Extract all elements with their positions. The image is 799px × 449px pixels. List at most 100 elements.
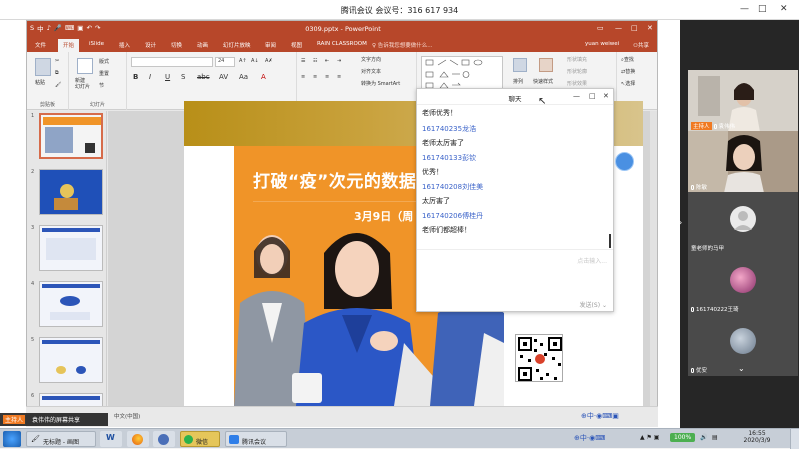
align-text-button[interactable]: 对齐文本 <box>361 68 381 75</box>
taskbar-app-paint[interactable]: 🖌 无标题 - 画图 <box>26 431 96 447</box>
chat-input[interactable]: 点击输入... 发送(S) ⌄ <box>417 249 613 312</box>
chat-maximize-icon[interactable]: □ <box>589 92 596 100</box>
quick-styles-icon[interactable] <box>539 58 553 72</box>
numbering-icon[interactable]: ☷ <box>313 58 317 64</box>
ribbon-options-icon[interactable]: ▭ <box>597 24 604 32</box>
floating-assistant-icon[interactable] <box>615 152 634 171</box>
justify-icon[interactable]: ≡ <box>337 74 341 80</box>
tab-home[interactable]: 开始 <box>58 39 80 52</box>
copy-icon[interactable]: ⧉ <box>55 70 59 76</box>
ppt-close-icon[interactable]: ✕ <box>647 24 653 32</box>
new-slide-icon[interactable] <box>77 58 93 74</box>
section-button[interactable]: 节 <box>99 82 104 89</box>
find-button[interactable]: ⌕查找 <box>621 56 634 63</box>
screen-share-indicator[interactable]: 主持人 袁伟伟的屏幕共享 <box>0 413 108 426</box>
status-language[interactable]: 中文(中国) <box>114 412 140 420</box>
tab-review[interactable]: 审阅 <box>265 41 276 49</box>
align-right-icon[interactable]: ≡ <box>325 74 329 80</box>
bold-button[interactable]: B <box>133 73 138 81</box>
slide-thumbnail-2[interactable] <box>39 169 103 215</box>
account-name[interactable]: yuan weiwei <box>585 41 619 47</box>
clock[interactable]: 16:55 2020/3/9 <box>735 430 779 444</box>
close-icon[interactable]: ✕ <box>780 4 788 14</box>
battery-indicator[interactable]: 100% <box>670 433 696 442</box>
slide-thumbnail-6[interactable] <box>39 393 103 407</box>
paste-icon[interactable] <box>35 58 51 76</box>
slide-thumbnail-1[interactable] <box>39 113 103 159</box>
font-color-button[interactable]: A <box>261 73 266 81</box>
maximize-icon[interactable]: □ <box>758 4 767 14</box>
shape-outline-button[interactable]: 形状轮廓 <box>567 68 587 75</box>
cut-icon[interactable]: ✂ <box>55 58 59 64</box>
shape-fill-button[interactable]: 形状填充 <box>567 56 587 63</box>
network-icon[interactable]: ▤ <box>712 434 718 441</box>
ppt-minimize-icon[interactable]: — <box>615 24 622 32</box>
volume-icon[interactable]: 🔊 <box>700 434 707 441</box>
text-direction-button[interactable]: 文字方向 <box>361 56 381 63</box>
select-button[interactable]: ↖选择 <box>621 80 635 87</box>
align-left-icon[interactable]: ≡ <box>301 74 305 80</box>
align-center-icon[interactable]: ≡ <box>313 74 317 80</box>
send-button[interactable]: 发送(S) ⌄ <box>580 300 607 309</box>
tab-islide[interactable]: iSlide <box>89 41 104 47</box>
shape-effects-button[interactable]: 形状效果 <box>567 80 587 87</box>
participant-tile[interactable]: 童老师的马甲 <box>688 192 798 254</box>
slide-thumbnail-3[interactable] <box>39 225 103 271</box>
font-name-box[interactable] <box>131 57 213 67</box>
tray-icons[interactable]: ▲ ⚑ ▣ <box>640 434 659 441</box>
clear-format-icon[interactable]: A✗ <box>265 58 273 64</box>
italic-button[interactable]: I <box>149 73 151 81</box>
change-case-button[interactable]: Aa <box>239 73 248 81</box>
ppt-maximize-icon[interactable]: □ <box>631 24 638 32</box>
chat-close-icon[interactable]: ✕ <box>603 92 609 100</box>
taskbar-app-wechat[interactable]: 微信 <box>180 431 220 447</box>
format-painter-icon[interactable]: 🖌 <box>55 82 61 88</box>
panel-collapse-icon[interactable]: › <box>679 218 682 227</box>
chat-minimize-icon[interactable]: — <box>573 92 580 100</box>
grow-font-icon[interactable]: A↑ <box>239 58 247 64</box>
qr-code[interactable] <box>515 334 563 382</box>
tab-transitions[interactable]: 切换 <box>171 41 182 49</box>
tab-insert[interactable]: 插入 <box>119 41 130 49</box>
quick-styles-button[interactable]: 快速样式 <box>533 78 553 85</box>
canvas-scrollbar[interactable] <box>650 111 657 407</box>
tab-rain-classroom[interactable]: RAIN CLASSROOM <box>317 41 367 47</box>
shrink-font-icon[interactable]: A↓ <box>251 58 259 64</box>
taskbar-app-tencent-meeting[interactable]: 腾讯会议 <box>225 431 287 447</box>
slide-thumbnail-4[interactable] <box>39 281 103 327</box>
paste-button[interactable]: 粘贴 <box>35 79 45 86</box>
tab-slideshow[interactable]: 幻灯片放映 <box>223 41 251 49</box>
panel-scroll-down-icon[interactable]: ⌄ <box>738 364 745 373</box>
layout-button[interactable]: 版式 <box>99 58 109 65</box>
shapes-gallery[interactable] <box>421 56 503 92</box>
new-slide-button[interactable]: 新建 幻灯片 <box>75 78 90 90</box>
arrange-button[interactable]: 排列 <box>513 78 523 85</box>
arrange-icon[interactable] <box>513 58 527 72</box>
taskbar-app-firefox[interactable] <box>127 431 149 447</box>
replace-button[interactable]: ⇄替换 <box>621 68 635 75</box>
tell-me-search[interactable]: ♀ 告诉我您想要做什么... <box>372 41 433 49</box>
input-method-tray-icon[interactable]: ⊕中·◉⌨ <box>574 433 605 443</box>
participant-tile[interactable]: 主持人 袁伟伟 <box>688 70 798 132</box>
tab-design[interactable]: 设计 <box>145 41 156 49</box>
input-method-icon[interactable]: ⊕中·◉⌨▣ <box>581 411 619 421</box>
tab-file[interactable]: 文件 <box>35 41 46 49</box>
minimize-icon[interactable]: — <box>740 4 749 14</box>
strikethrough-button[interactable]: abc <box>197 73 210 81</box>
chat-scrollbar[interactable] <box>609 234 611 248</box>
taskbar-app-word[interactable]: W <box>100 431 122 447</box>
underline-button[interactable]: U <box>165 73 170 81</box>
bullets-icon[interactable]: ☰ <box>301 58 305 64</box>
smartart-button[interactable]: 转换为 SmartArt <box>361 80 400 87</box>
font-size-box[interactable]: 24 <box>215 57 235 67</box>
decrease-indent-icon[interactable]: ⇤ <box>325 58 329 64</box>
tab-animations[interactable]: 动画 <box>197 41 208 49</box>
start-button[interactable] <box>3 431 21 447</box>
participant-tile[interactable]: 161740222王琦 <box>688 253 798 315</box>
slide-thumbnail-5[interactable] <box>39 337 103 383</box>
tab-view[interactable]: 视图 <box>291 41 302 49</box>
shadow-button[interactable]: S <box>181 73 185 81</box>
show-desktop-button[interactable] <box>790 429 799 449</box>
taskbar-app-media[interactable] <box>153 431 175 447</box>
increase-indent-icon[interactable]: ⇥ <box>337 58 341 64</box>
